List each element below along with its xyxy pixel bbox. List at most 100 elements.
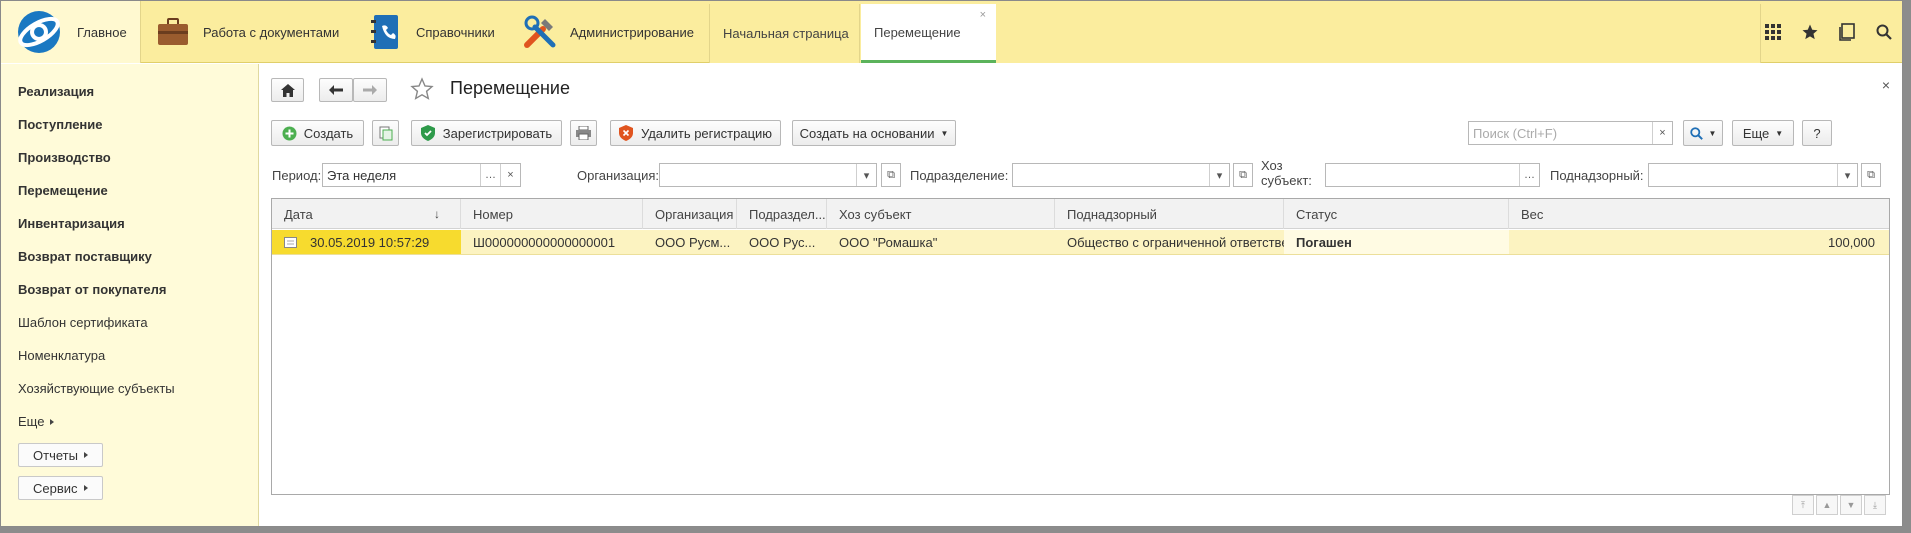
column-header-weight[interactable]: Вес (1509, 199, 1889, 229)
search-icon[interactable] (1865, 1, 1902, 63)
dropdown-arrow-icon[interactable]: ▾ (1837, 164, 1857, 186)
search-options-button[interactable]: ▼ (1683, 120, 1723, 146)
cell-weight[interactable]: 100,000 (1509, 230, 1889, 254)
column-header-date[interactable]: Дата ↓ (272, 199, 461, 229)
period-field[interactable]: Эта неделя … × (322, 163, 521, 187)
apps-grid-icon[interactable] (1754, 1, 1791, 63)
organization-open-icon[interactable]: ⧉ (881, 163, 901, 187)
search-placeholder: Поиск (Ctrl+F) (1473, 125, 1558, 141)
cell-date[interactable]: 30.05.2019 10:57:29 (272, 230, 461, 254)
favorites-star-icon[interactable] (1791, 1, 1828, 63)
back-button[interactable] (319, 78, 353, 102)
section-documents[interactable]: Работа с документами (155, 1, 339, 63)
more-button-label: Еще (1742, 125, 1770, 141)
service-button[interactable]: Сервис (18, 476, 103, 500)
print-button[interactable] (570, 120, 597, 146)
period-value: Эта неделя (327, 167, 397, 183)
plus-circle-icon (282, 126, 297, 140)
reports-button[interactable]: Отчеты (18, 443, 103, 467)
period-clear-icon[interactable]: × (500, 164, 520, 186)
copy-button[interactable] (372, 120, 399, 146)
documents-table[interactable]: Дата ↓ Номер Организация Подраздел... Хо… (271, 198, 1890, 495)
scroll-down-icon[interactable]: ▼ (1840, 495, 1862, 515)
more-button[interactable]: Еще ▼ (1732, 120, 1794, 146)
search-input[interactable]: Поиск (Ctrl+F) × (1468, 121, 1673, 145)
sidebar-item-nomenclature[interactable]: Номенклатура (18, 348, 105, 363)
register-button[interactable]: Зарегистрировать (411, 120, 562, 146)
period-select-button[interactable]: … (480, 164, 500, 186)
app-logo-icon (15, 8, 63, 56)
department-open-icon[interactable]: ⧉ (1233, 163, 1253, 187)
create-based-on-button[interactable]: Создать на основании ▼ (792, 120, 956, 146)
business-subject-select-button[interactable]: … (1519, 164, 1539, 186)
history-icon[interactable] (1828, 1, 1865, 63)
delete-registration-button[interactable]: Удалить регистрацию (610, 120, 781, 146)
form-area: Перемещение × Создать Зарегистрировать У… (260, 64, 1902, 526)
sidebar-item-movement[interactable]: Перемещение (18, 183, 108, 198)
form-close-icon[interactable]: × (1882, 77, 1890, 93)
forward-button[interactable] (353, 78, 387, 102)
supervised-label: Поднадзорный: (1550, 168, 1644, 183)
business-subject-field[interactable]: … (1325, 163, 1540, 187)
register-button-label: Зарегистрировать (442, 125, 553, 141)
favorite-star-icon[interactable] (410, 77, 434, 104)
supervised-field[interactable]: ▾ (1648, 163, 1858, 187)
cell-number[interactable]: Ш000000000000000001 (461, 230, 643, 254)
column-header-status[interactable]: Статус (1284, 199, 1509, 229)
sidebar-item-sales[interactable]: Реализация (18, 84, 94, 99)
create-button-label: Создать (303, 125, 354, 141)
column-header-department[interactable]: Подраздел... (737, 199, 827, 229)
section-main[interactable]: Главное (1, 1, 141, 63)
scroll-to-bottom-icon[interactable]: ⤓ (1864, 495, 1886, 515)
section-documents-label: Работа с документами (203, 24, 340, 40)
sort-desc-icon: ↓ (434, 207, 440, 221)
table-row[interactable]: 30.05.2019 10:57:29 Ш000000000000000001 … (272, 230, 1889, 255)
form-title: Перемещение (450, 78, 570, 98)
sidebar-item-return-supplier[interactable]: Возврат поставщику (18, 249, 152, 264)
sidebar-item-more[interactable]: Еще (18, 414, 55, 429)
home-button[interactable] (271, 78, 304, 102)
arrow-left-icon (329, 85, 343, 95)
section-administration[interactable]: Администрирование (522, 1, 694, 63)
organization-field[interactable]: ▾ (659, 163, 877, 187)
help-button[interactable]: ? (1802, 120, 1832, 146)
tools-icon (522, 14, 558, 50)
sidebar-item-return-customer[interactable]: Возврат от покупателя (18, 282, 166, 297)
cell-supervised[interactable]: Общество с ограниченной ответственн... (1055, 230, 1284, 254)
scroll-to-top-icon[interactable]: ⤒ (1792, 495, 1814, 515)
briefcase-icon (155, 14, 191, 50)
create-button[interactable]: Создать (271, 120, 364, 146)
department-field[interactable]: ▾ (1012, 163, 1230, 187)
column-header-supervised[interactable]: Поднадзорный (1055, 199, 1284, 229)
home-icon (280, 83, 295, 97)
dropdown-arrow-icon[interactable]: ▾ (1209, 164, 1229, 186)
scroll-up-icon[interactable]: ▲ (1816, 495, 1838, 515)
sidebar-item-receipt[interactable]: Поступление (18, 117, 103, 132)
table-header: Дата ↓ Номер Организация Подраздел... Хо… (272, 199, 1889, 229)
organization-label: Организация: (577, 168, 660, 183)
application-window: Главное Работа с документами Справочники… (0, 0, 1903, 527)
column-header-number[interactable]: Номер (461, 199, 643, 229)
column-header-business-subject[interactable]: Хоз субъект (827, 199, 1055, 229)
tab-movement[interactable]: Перемещение × (861, 4, 996, 63)
sidebar-item-more-label: Еще (18, 414, 45, 429)
sidebar-item-certificate-template[interactable]: Шаблон сертификата (18, 315, 148, 330)
column-header-organization[interactable]: Организация (643, 199, 737, 229)
dropdown-arrow-icon[interactable]: ▾ (856, 164, 876, 186)
sidebar-item-inventory[interactable]: Инвентаризация (18, 216, 125, 231)
search-clear-icon[interactable]: × (1652, 122, 1672, 144)
document-posted-icon (284, 236, 297, 248)
sidebar-item-business-entities[interactable]: Хозяйствующие субъекты (18, 381, 175, 396)
sidebar-item-production[interactable]: Производство (18, 150, 111, 165)
tab-home-page[interactable]: Начальная страница (710, 4, 860, 63)
copy-icon (379, 126, 392, 140)
arrow-right-icon (363, 85, 377, 95)
cell-business-subject[interactable]: ООО "Ромашка" (827, 230, 1055, 254)
supervised-open-icon[interactable]: ⧉ (1861, 163, 1881, 187)
section-references[interactable]: Справочники (368, 1, 495, 63)
cell-organization[interactable]: ООО Русм... (643, 230, 737, 254)
tab-close-icon[interactable]: × (980, 9, 986, 21)
dropdown-arrow-icon: ▼ (1708, 128, 1717, 138)
cell-department[interactable]: ООО Рус... (737, 230, 827, 254)
cell-status[interactable]: Погашен (1284, 230, 1509, 254)
